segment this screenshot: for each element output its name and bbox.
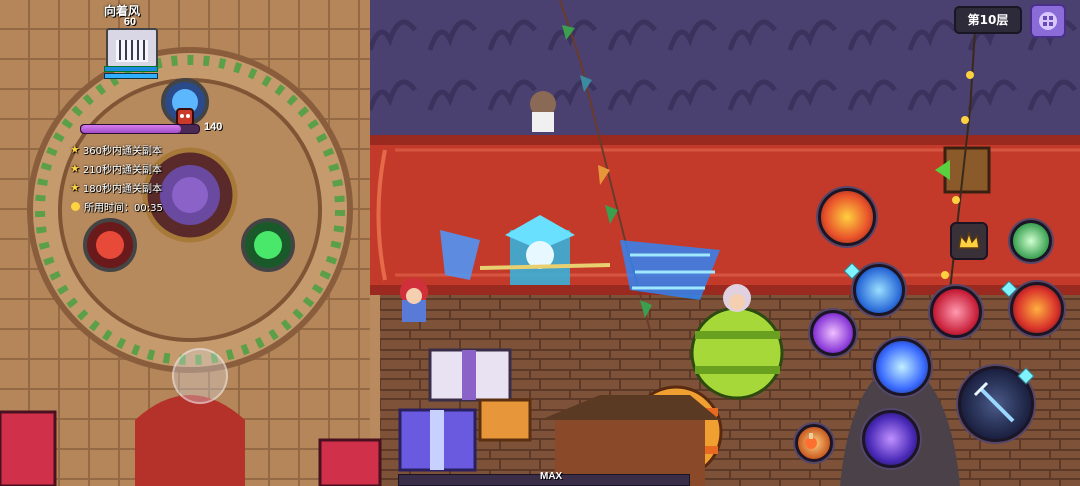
boss-progress-bar <box>80 124 200 134</box>
game-scene <box>0 0 1080 486</box>
player-level: 60 <box>123 16 137 28</box>
rose-skill-button[interactable] <box>930 286 982 338</box>
quest-text: 360秒内通关副本 <box>82 146 162 157</box>
ice-skill-button[interactable] <box>853 264 905 316</box>
crystal-skill-button[interactable] <box>810 310 856 356</box>
player-mp-bar <box>104 73 158 79</box>
game-screen: 向着风 60 140 ★ 360秒内通关副本 ★ 210秒内通关副本 ★ 180… <box>0 0 1080 486</box>
quest-text: 180秒内通关副本 <box>82 184 162 195</box>
summon-skill-button[interactable] <box>873 338 931 396</box>
quest-item: ★ 360秒内通关副本 <box>70 140 163 159</box>
potion-icon <box>805 433 817 449</box>
fire-skill-button[interactable] <box>818 188 876 246</box>
potion-button[interactable] <box>795 424 833 462</box>
grid-menu-icon <box>1039 12 1057 30</box>
heal-skill-button[interactable] <box>1010 220 1052 262</box>
star-icon: ★ <box>70 162 80 175</box>
player-hp-bar <box>104 66 158 72</box>
movement-joystick[interactable] <box>172 348 228 404</box>
menu-button[interactable] <box>1030 4 1066 38</box>
timer-row: 所用时间：00:35 <box>70 197 163 216</box>
crown-icon <box>958 230 980 249</box>
player-avatar[interactable] <box>106 28 158 68</box>
quest-item: ★ 210秒内通关副本 <box>70 159 163 178</box>
crown-item-button[interactable] <box>950 222 988 260</box>
shadow-skill-button[interactable] <box>862 410 920 468</box>
demon-skill-button[interactable] <box>1010 282 1064 336</box>
star-icon: ★ <box>70 181 80 194</box>
floor-label: 第10层 <box>954 6 1022 34</box>
quest-text: 210秒内通关副本 <box>82 165 162 176</box>
quest-list: ★ 360秒内通关副本 ★ 210秒内通关副本 ★ 180秒内通关副本 所用时间… <box>70 140 163 216</box>
boss-count: 140 <box>204 121 223 133</box>
quest-item: ★ 180秒内通关副本 <box>70 178 163 197</box>
boss-progress-fill <box>81 125 182 133</box>
avatar-icon <box>116 40 148 62</box>
timer-text: 所用时间：00:35 <box>84 203 163 214</box>
exp-bar-label: MAX <box>540 471 563 482</box>
star-icon: ★ <box>70 143 80 156</box>
clock-icon <box>71 202 80 211</box>
